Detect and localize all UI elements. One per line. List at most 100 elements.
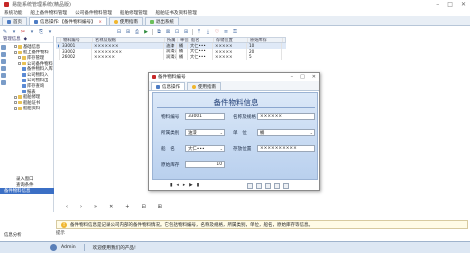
- collapse-icon[interactable]: ⊟: [116, 29, 122, 35]
- run-icon[interactable]: ▶: [143, 29, 149, 35]
- parts-table: 物料编号名称及规格所属单位船名存储位置原始库存▶33001×××××××油漆桶大…: [56, 37, 286, 73]
- grid-icon[interactable]: ⊞: [183, 29, 189, 35]
- category-label: 所属类别: [161, 131, 180, 136]
- table-row[interactable]: 26002××××××润滑油桶大仁•••×××××5: [56, 54, 286, 60]
- view-icon[interactable]: ⊡: [174, 29, 180, 35]
- nav-icon[interactable]: [1, 73, 6, 78]
- expand-icon[interactable]: [14, 101, 17, 105]
- expand-icon[interactable]: [14, 45, 17, 49]
- expand-icon[interactable]: [14, 106, 17, 110]
- menu-system[interactable]: 系统功能: [4, 10, 22, 16]
- expand-icon[interactable]: [14, 95, 17, 99]
- table-cell: 5: [247, 54, 282, 60]
- tab-info-operation[interactable]: 信息操作: [151, 82, 185, 90]
- search-icon[interactable]: [274, 182, 281, 189]
- location-field[interactable]: ××××××××××: [257, 145, 315, 152]
- grid-settings-icon[interactable]: ⊞: [158, 204, 162, 210]
- close-icon[interactable]: ✕: [312, 74, 316, 80]
- edit-icon[interactable]: ✎: [2, 29, 8, 35]
- last-icon[interactable]: »: [94, 204, 97, 210]
- tab-guide[interactable]: 使用指南: [108, 17, 143, 25]
- code-field[interactable]: 33001: [185, 113, 225, 120]
- copy-icon[interactable]: ⎘: [38, 29, 44, 35]
- next-icon[interactable]: ›: [80, 204, 82, 210]
- panel-header-icon[interactable]: ◆: [24, 37, 27, 42]
- hint-label: 提示: [56, 231, 65, 236]
- nav-icon[interactable]: [1, 52, 6, 57]
- dropdown-icon[interactable]: ▾: [11, 29, 17, 35]
- add-icon[interactable]: +: [125, 204, 129, 210]
- import-icon[interactable]: ⤒: [196, 29, 202, 35]
- minimize-icon[interactable]: –: [436, 1, 439, 8]
- column-header[interactable]: 名称及规格: [93, 38, 165, 42]
- dialog-title: 备件物料编号: [158, 75, 186, 80]
- unit-select[interactable]: 桶 ⌄: [257, 129, 315, 136]
- list-icon[interactable]: ≡: [223, 29, 229, 35]
- collapse-icon[interactable]: [18, 62, 21, 66]
- dialog-action-buttons: [247, 182, 290, 189]
- dialog-record-nav: ▮ ◂ ▸ ▶ ▮: [152, 181, 318, 190]
- tab-exit[interactable]: 退出系统: [144, 17, 179, 25]
- panel-header: 管理信息 ◆: [0, 36, 53, 43]
- menu-ship-certs[interactable]: 船舶证书及资料管理: [156, 10, 197, 16]
- nav-icon[interactable]: [1, 80, 6, 85]
- prev-record-icon[interactable]: ◂: [177, 183, 179, 188]
- maximize-icon[interactable]: □: [447, 1, 453, 8]
- menu-ship-parts[interactable]: 船上备件物料管理: [30, 10, 67, 16]
- panel-footer[interactable]: 信息分析: [4, 232, 22, 238]
- nav-icon[interactable]: [1, 45, 6, 50]
- export-icon[interactable]: ⤓: [205, 29, 211, 35]
- tab-home[interactable]: 首页: [2, 17, 27, 25]
- tab-info-operation[interactable]: 信息操作:【备件物料编号】 ×: [29, 17, 107, 25]
- menu-ship-repair[interactable]: 船舶修理管理: [120, 10, 148, 16]
- list-item-parts-info[interactable]: 备件物料信息: [0, 188, 54, 194]
- cancel-icon[interactable]: ✕: [109, 204, 113, 210]
- folder-icon: [22, 61, 26, 66]
- column-header[interactable]: 物料编号: [61, 38, 93, 42]
- close-icon[interactable]: ✕: [461, 1, 466, 8]
- help-icon: [192, 84, 196, 89]
- expand-icon[interactable]: ⊞: [125, 29, 131, 35]
- column-header[interactable]: 所属: [165, 38, 178, 42]
- ship-select[interactable]: 大仁••• ⌄: [185, 145, 225, 152]
- filter-icon[interactable]: ⊟: [141, 204, 145, 210]
- collapse-icon[interactable]: [18, 56, 21, 60]
- tab-guide[interactable]: 使用指南: [187, 82, 221, 90]
- print-icon[interactable]: ⎙: [134, 29, 140, 35]
- delete-icon[interactable]: ⊠: [165, 29, 171, 35]
- panel-header-label: 管理信息: [3, 37, 21, 42]
- column-header[interactable]: 单位: [178, 38, 189, 42]
- prev-icon[interactable]: ‹: [66, 204, 68, 210]
- favorite-icon[interactable]: ♡: [214, 29, 220, 35]
- column-header[interactable]: 存储位置: [214, 38, 248, 42]
- name-field[interactable]: ××××××: [257, 113, 315, 120]
- dropdown-icon[interactable]: ▾: [29, 29, 35, 35]
- play-icon[interactable]: ▶: [189, 183, 193, 188]
- exit-icon: [149, 19, 154, 24]
- save-icon[interactable]: [247, 182, 254, 189]
- table-cell: 桶: [177, 54, 188, 60]
- nav-icon[interactable]: [1, 66, 6, 71]
- tab-close-icon[interactable]: ×: [99, 19, 102, 24]
- column-header[interactable]: 船名: [189, 38, 214, 42]
- window-icon[interactable]: ⧉: [156, 29, 162, 35]
- tree-node[interactable]: 船舶资料: [14, 106, 54, 111]
- cut-icon[interactable]: ✂: [20, 29, 26, 35]
- app-logo-icon: [4, 2, 9, 7]
- maximize-icon[interactable]: □: [300, 74, 305, 80]
- key-icon[interactable]: ⚿: [232, 29, 238, 35]
- last-record-icon[interactable]: ▮: [197, 183, 200, 188]
- dropdown-icon[interactable]: ▾: [47, 29, 53, 35]
- menu-company-parts[interactable]: 公司备件物料管理: [75, 10, 112, 16]
- close-icon[interactable]: [283, 182, 290, 189]
- add-icon[interactable]: [256, 182, 263, 189]
- minimize-icon[interactable]: –: [291, 74, 294, 80]
- stock-field[interactable]: 10: [185, 161, 225, 168]
- next-record-icon[interactable]: ▸: [183, 183, 185, 188]
- category-select[interactable]: 油漆 ⌄: [185, 129, 225, 136]
- nav-icon[interactable]: [1, 59, 6, 64]
- delete-icon[interactable]: [265, 182, 272, 189]
- column-header[interactable]: 原始库存: [248, 38, 283, 42]
- collapse-icon[interactable]: [14, 50, 17, 54]
- first-record-icon[interactable]: ▮: [170, 183, 173, 188]
